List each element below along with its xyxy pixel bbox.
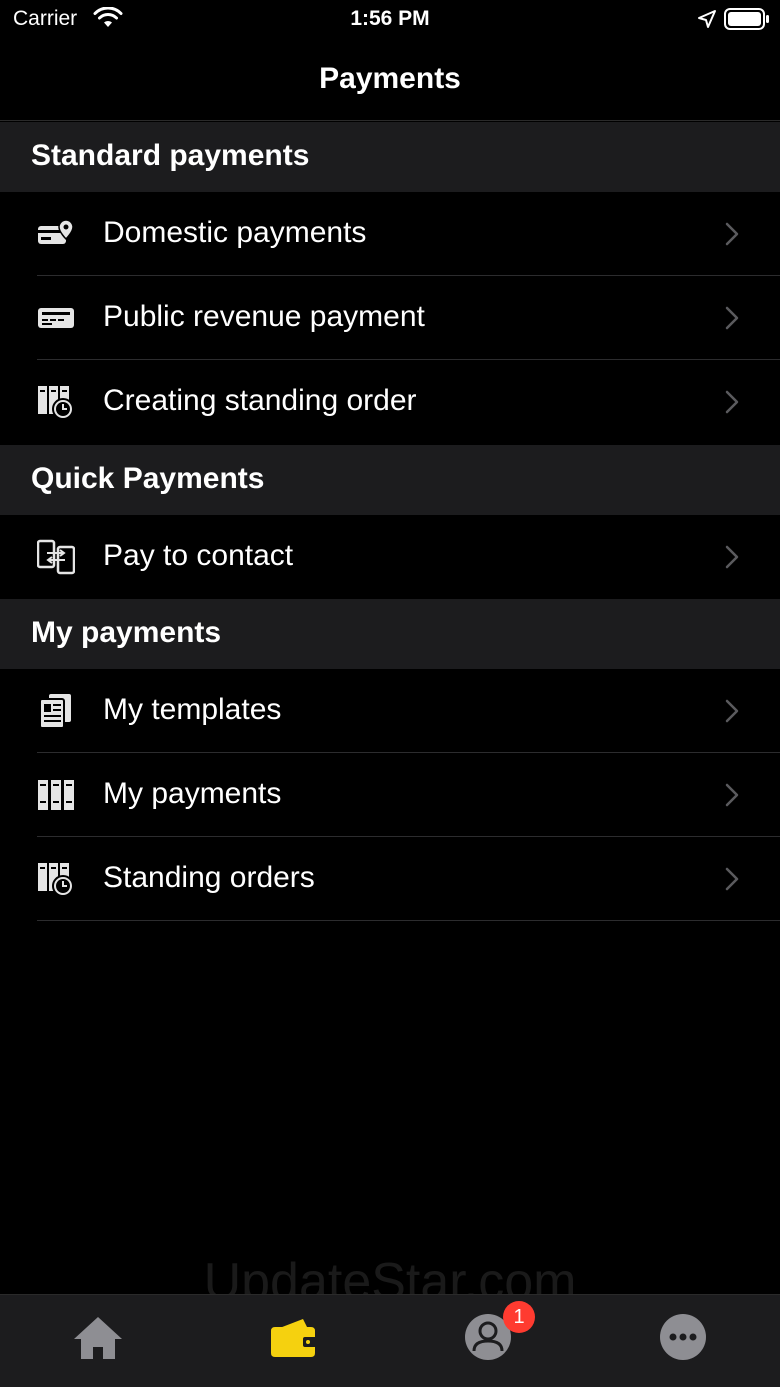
row-label: Pay to contact bbox=[103, 539, 294, 572]
document-icon bbox=[39, 694, 71, 729]
binders-clock-icon bbox=[38, 386, 74, 420]
page-title: Payments bbox=[319, 62, 461, 95]
chevron-right-icon bbox=[725, 783, 739, 807]
section-title: Quick Payments bbox=[31, 462, 265, 495]
status-time: 1:56 PM bbox=[350, 7, 430, 30]
section-title: My payments bbox=[31, 616, 222, 649]
more-icon[interactable] bbox=[653, 1307, 713, 1367]
row-label: Domestic payments bbox=[103, 216, 367, 249]
ticket-icon bbox=[38, 308, 74, 328]
card-location-icon bbox=[38, 219, 74, 244]
home-icon[interactable] bbox=[68, 1307, 128, 1367]
section-header-quick-payments: Quick Payments bbox=[0, 445, 780, 515]
section-title: Standard payments bbox=[31, 139, 310, 172]
row-label: Public revenue payment bbox=[103, 300, 425, 333]
phone-transfer-icon bbox=[37, 539, 75, 575]
wallet-icon[interactable] bbox=[263, 1307, 323, 1367]
row-label: My payments bbox=[103, 777, 282, 810]
chevron-right-icon bbox=[725, 306, 739, 330]
binders-icon bbox=[38, 780, 74, 810]
row-label: Standing orders bbox=[103, 861, 315, 894]
row-my-templates[interactable]: My templates bbox=[0, 669, 780, 753]
row-domestic-payments[interactable]: Domestic payments bbox=[0, 192, 780, 276]
row-divider bbox=[37, 920, 780, 921]
status-bar: Carrier 1:56 PM bbox=[0, 0, 780, 40]
navigation-bar: Payments bbox=[0, 40, 780, 121]
section-header-standard-payments: Standard payments bbox=[0, 122, 780, 192]
location-arrow-icon bbox=[698, 10, 716, 28]
row-pay-to-contact[interactable]: Pay to contact bbox=[0, 515, 780, 599]
battery-icon bbox=[724, 8, 769, 30]
row-creating-standing-order[interactable]: Creating standing order bbox=[0, 360, 780, 444]
notification-badge: 1 bbox=[503, 1301, 535, 1333]
chevron-right-icon bbox=[725, 545, 739, 569]
chevron-right-icon bbox=[725, 390, 739, 414]
tab-bar bbox=[0, 1294, 780, 1387]
row-label: My templates bbox=[103, 693, 282, 726]
section-header-my-payments: My payments bbox=[0, 599, 780, 669]
row-my-payments[interactable]: My payments bbox=[0, 753, 780, 837]
row-public-revenue-payment[interactable]: Public revenue payment bbox=[0, 276, 780, 360]
chevron-right-icon bbox=[725, 867, 739, 891]
row-label: Creating standing order bbox=[103, 384, 417, 417]
chevron-right-icon bbox=[725, 699, 739, 723]
row-standing-orders[interactable]: Standing orders bbox=[0, 837, 780, 921]
chevron-right-icon bbox=[725, 222, 739, 246]
binders-clock-icon bbox=[38, 863, 74, 897]
